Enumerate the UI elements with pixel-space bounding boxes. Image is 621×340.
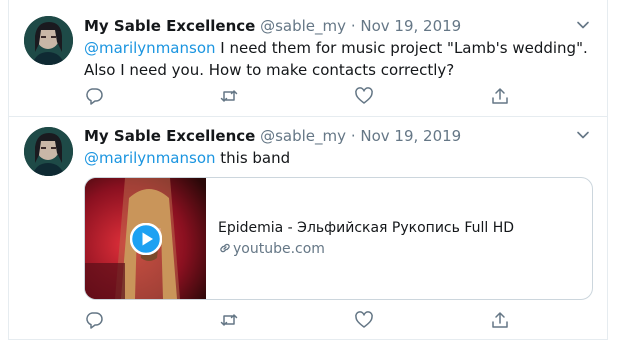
retweet-icon[interactable] (219, 86, 239, 106)
retweet-icon[interactable] (219, 310, 239, 330)
avatar[interactable] (24, 16, 73, 65)
video-thumbnail[interactable] (85, 178, 206, 299)
author-handle[interactable]: @sable_my (260, 127, 346, 145)
tweet-feed: My Sable Excellence @sable_my · Nov 19, … (8, 0, 608, 340)
separator: · (350, 17, 356, 35)
tweet[interactable]: My Sable Excellence @sable_my · Nov 19, … (9, 117, 607, 340)
link-icon (218, 241, 233, 257)
separator: · (350, 127, 356, 145)
tweet-date[interactable]: Nov 19, 2019 (360, 17, 461, 35)
tweet-actions (84, 310, 524, 330)
share-icon[interactable] (490, 86, 510, 106)
heart-icon[interactable] (354, 86, 374, 106)
heart-icon[interactable] (354, 310, 374, 330)
card-domain-text: youtube.com (233, 241, 325, 257)
author-handle[interactable]: @sable_my (260, 17, 346, 35)
tweet[interactable]: My Sable Excellence @sable_my · Nov 19, … (9, 0, 607, 117)
card-domain: youtube.com (218, 239, 325, 259)
mention-link[interactable]: @marilynmanson (84, 149, 216, 167)
avatar[interactable] (24, 127, 73, 176)
tweet-text: @marilynmanson I need them for music pro… (84, 37, 594, 81)
reply-icon[interactable] (84, 310, 104, 330)
tweet-body: this band (215, 149, 291, 167)
author-name[interactable]: My Sable Excellence (84, 17, 255, 35)
card-title: Epidemia - Эльфийская Рукопись Full HD (218, 220, 515, 236)
share-icon[interactable] (490, 310, 510, 330)
author-name[interactable]: My Sable Excellence (84, 127, 255, 145)
mention-link[interactable]: @marilynmanson (84, 39, 216, 57)
tweet-header: My Sable Excellence @sable_my · Nov 19, … (84, 16, 461, 36)
tweet-date[interactable]: Nov 19, 2019 (360, 127, 461, 145)
tweet-text: @marilynmanson this band (84, 147, 594, 169)
play-icon[interactable] (129, 222, 163, 256)
link-card[interactable]: Epidemia - Эльфийская Рукопись Full HD y… (84, 177, 593, 300)
reply-icon[interactable] (84, 86, 104, 106)
tweet-actions (84, 86, 524, 106)
chevron-down-icon[interactable] (575, 127, 591, 143)
tweet-header: My Sable Excellence @sable_my · Nov 19, … (84, 126, 461, 146)
chevron-down-icon[interactable] (575, 17, 591, 33)
